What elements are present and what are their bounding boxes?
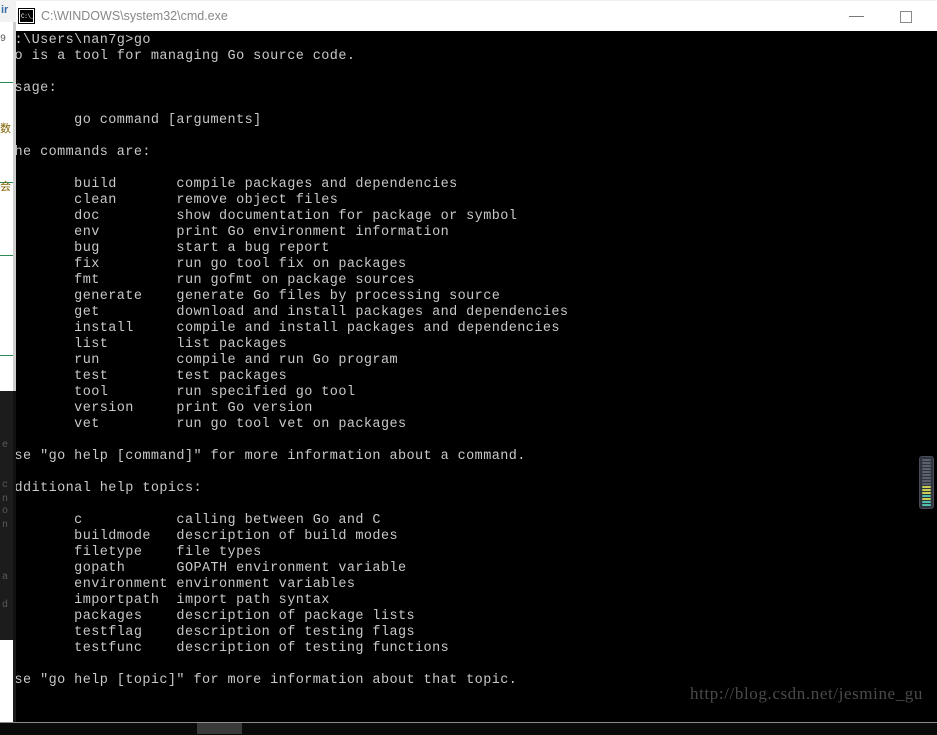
taskbar-top-border <box>0 722 937 723</box>
minimap-row <box>922 498 931 500</box>
minimap-row <box>922 480 931 482</box>
minimap-row <box>922 483 931 485</box>
console-output-area[interactable]: C:\Users\nan7g>go Go is a tool for manag… <box>16 31 937 722</box>
minimap-row <box>922 465 931 467</box>
cmd-console-icon: C:\_ <box>18 8 35 24</box>
minimap-row <box>922 504 931 506</box>
window-title: C:\WINDOWS\system32\cmd.exe <box>41 9 228 23</box>
minimap-row <box>922 471 931 473</box>
minimap-row <box>922 501 931 503</box>
maximize-button[interactable] <box>884 1 929 32</box>
console-text: C:\Users\nan7g>go Go is a tool for manag… <box>16 33 569 688</box>
minimap-row <box>922 495 931 497</box>
minimap-row <box>922 489 931 491</box>
minimap-row <box>922 474 931 476</box>
minimap-row <box>922 492 931 494</box>
minimap-row <box>922 486 931 488</box>
titlebar[interactable]: C:\_ C:\WINDOWS\system32\cmd.exe <box>16 0 937 31</box>
scroll-minimap[interactable] <box>919 456 934 509</box>
cmd-icon-prompt: C:\_ <box>20 13 34 22</box>
minimize-button[interactable] <box>834 1 879 32</box>
minimize-icon <box>849 16 864 17</box>
cmd-console-window: C:\_ C:\WINDOWS\system32\cmd.exe C:\User… <box>0 0 937 722</box>
minimap-row <box>922 459 931 461</box>
minimap-row <box>922 462 931 464</box>
minimap-row <box>922 468 931 470</box>
watermark-url: http://blog.csdn.net/jesmine_gu <box>690 684 923 703</box>
taskbar[interactable] <box>0 722 937 735</box>
taskbar-active-item[interactable] <box>197 723 242 734</box>
minimap-row <box>922 477 931 479</box>
maximize-icon <box>900 11 912 23</box>
